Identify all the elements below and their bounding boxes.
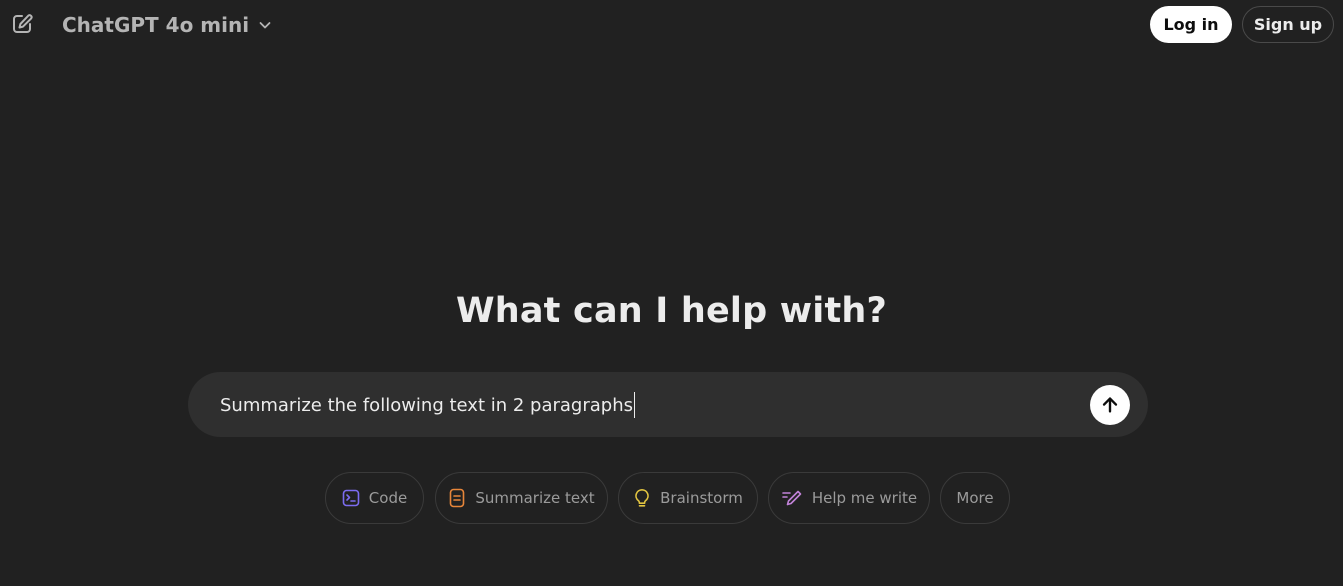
model-selector[interactable]: ChatGPT 4o mini <box>54 8 281 42</box>
top-header: ChatGPT 4o mini Log in Sign up <box>0 0 1343 50</box>
model-name: ChatGPT 4o mini <box>62 13 250 37</box>
edit-pencil-icon <box>10 12 34 36</box>
suggestion-label: Help me write <box>811 489 918 507</box>
suggestion-label: Summarize text <box>475 489 595 507</box>
code-terminal-icon <box>342 489 360 507</box>
text-caret <box>634 392 635 418</box>
document-icon <box>448 488 466 508</box>
new-chat-button[interactable] <box>6 8 38 40</box>
login-button[interactable]: Log in <box>1150 6 1232 43</box>
send-button[interactable] <box>1090 385 1130 425</box>
chatgpt-page: ChatGPT 4o mini Log in Sign up What can … <box>0 0 1343 586</box>
page-headline: What can I help with? <box>455 291 888 331</box>
message-input-text: Summarize the following text in 2 paragr… <box>220 394 633 416</box>
suggestion-brainstorm[interactable]: Brainstorm <box>618 472 758 524</box>
message-input[interactable]: Summarize the following text in 2 paragr… <box>220 392 635 418</box>
suggestion-label: More <box>956 489 994 507</box>
suggestion-label: Code <box>368 489 408 507</box>
suggestion-code[interactable]: Code <box>325 472 424 524</box>
arrow-up-icon <box>1099 394 1121 416</box>
suggestion-help-me-write[interactable]: Help me write <box>768 472 930 524</box>
suggestion-label: Brainstorm <box>660 489 743 507</box>
pen-write-icon <box>781 489 803 507</box>
lightbulb-icon <box>633 488 651 508</box>
suggestion-more[interactable]: More <box>940 472 1010 524</box>
suggestion-summarize-text[interactable]: Summarize text <box>435 472 608 524</box>
message-composer: Summarize the following text in 2 paragr… <box>188 372 1148 437</box>
signup-button[interactable]: Sign up <box>1242 6 1334 43</box>
chevron-down-icon <box>257 17 273 33</box>
